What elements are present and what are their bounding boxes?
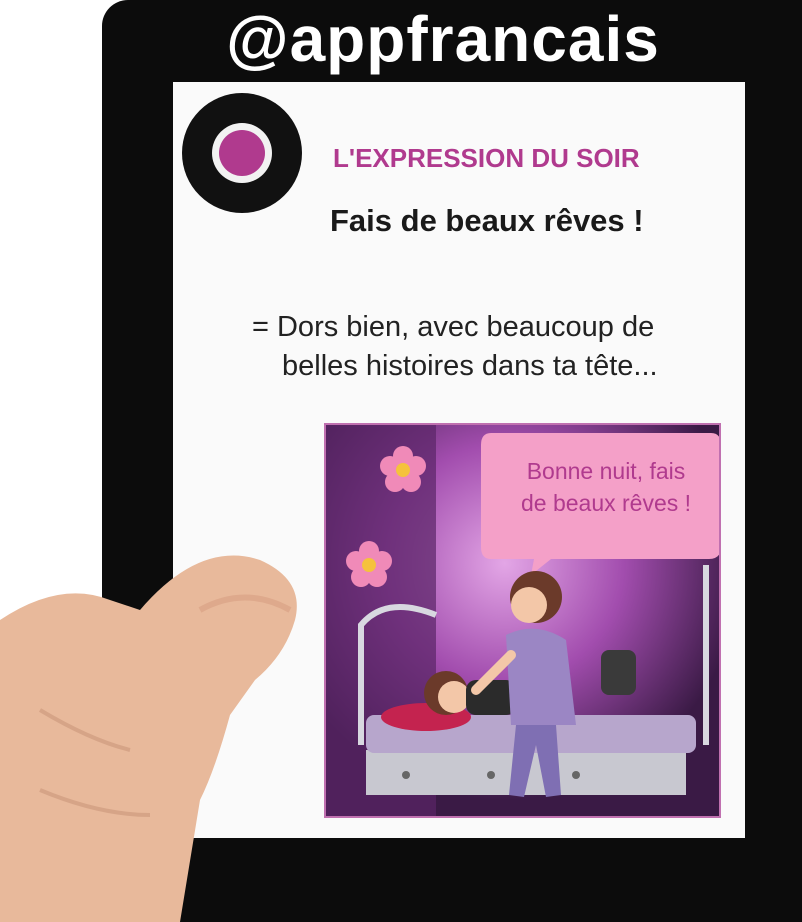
speech-line-1: Bonne nuit, fais	[526, 458, 686, 484]
section-kicker: L'EXPRESSION DU SOIR	[333, 143, 640, 173]
child-body	[466, 680, 516, 715]
expression-title: Fais de beaux rêves !	[330, 203, 644, 238]
mother-face	[511, 587, 547, 623]
definition-line-2: belles histoires dans ta tête...	[282, 350, 658, 382]
hand-holding-tablet	[0, 555, 297, 922]
mother-shirt	[506, 628, 576, 725]
account-handle: @appfrancais	[226, 3, 660, 75]
plush-toy	[601, 650, 636, 695]
child-face	[438, 681, 470, 713]
logo-dot	[219, 130, 265, 176]
speech-text: Bonne nuit, fais de beaux rêves !	[506, 455, 706, 519]
bedtime-illustration: Bonne nuit, fais de beaux rêves !	[324, 423, 721, 818]
definition-line-1: = Dors bien, avec beaucoup de	[252, 311, 655, 343]
speech-line-2: de beaux rêves !	[520, 490, 692, 516]
